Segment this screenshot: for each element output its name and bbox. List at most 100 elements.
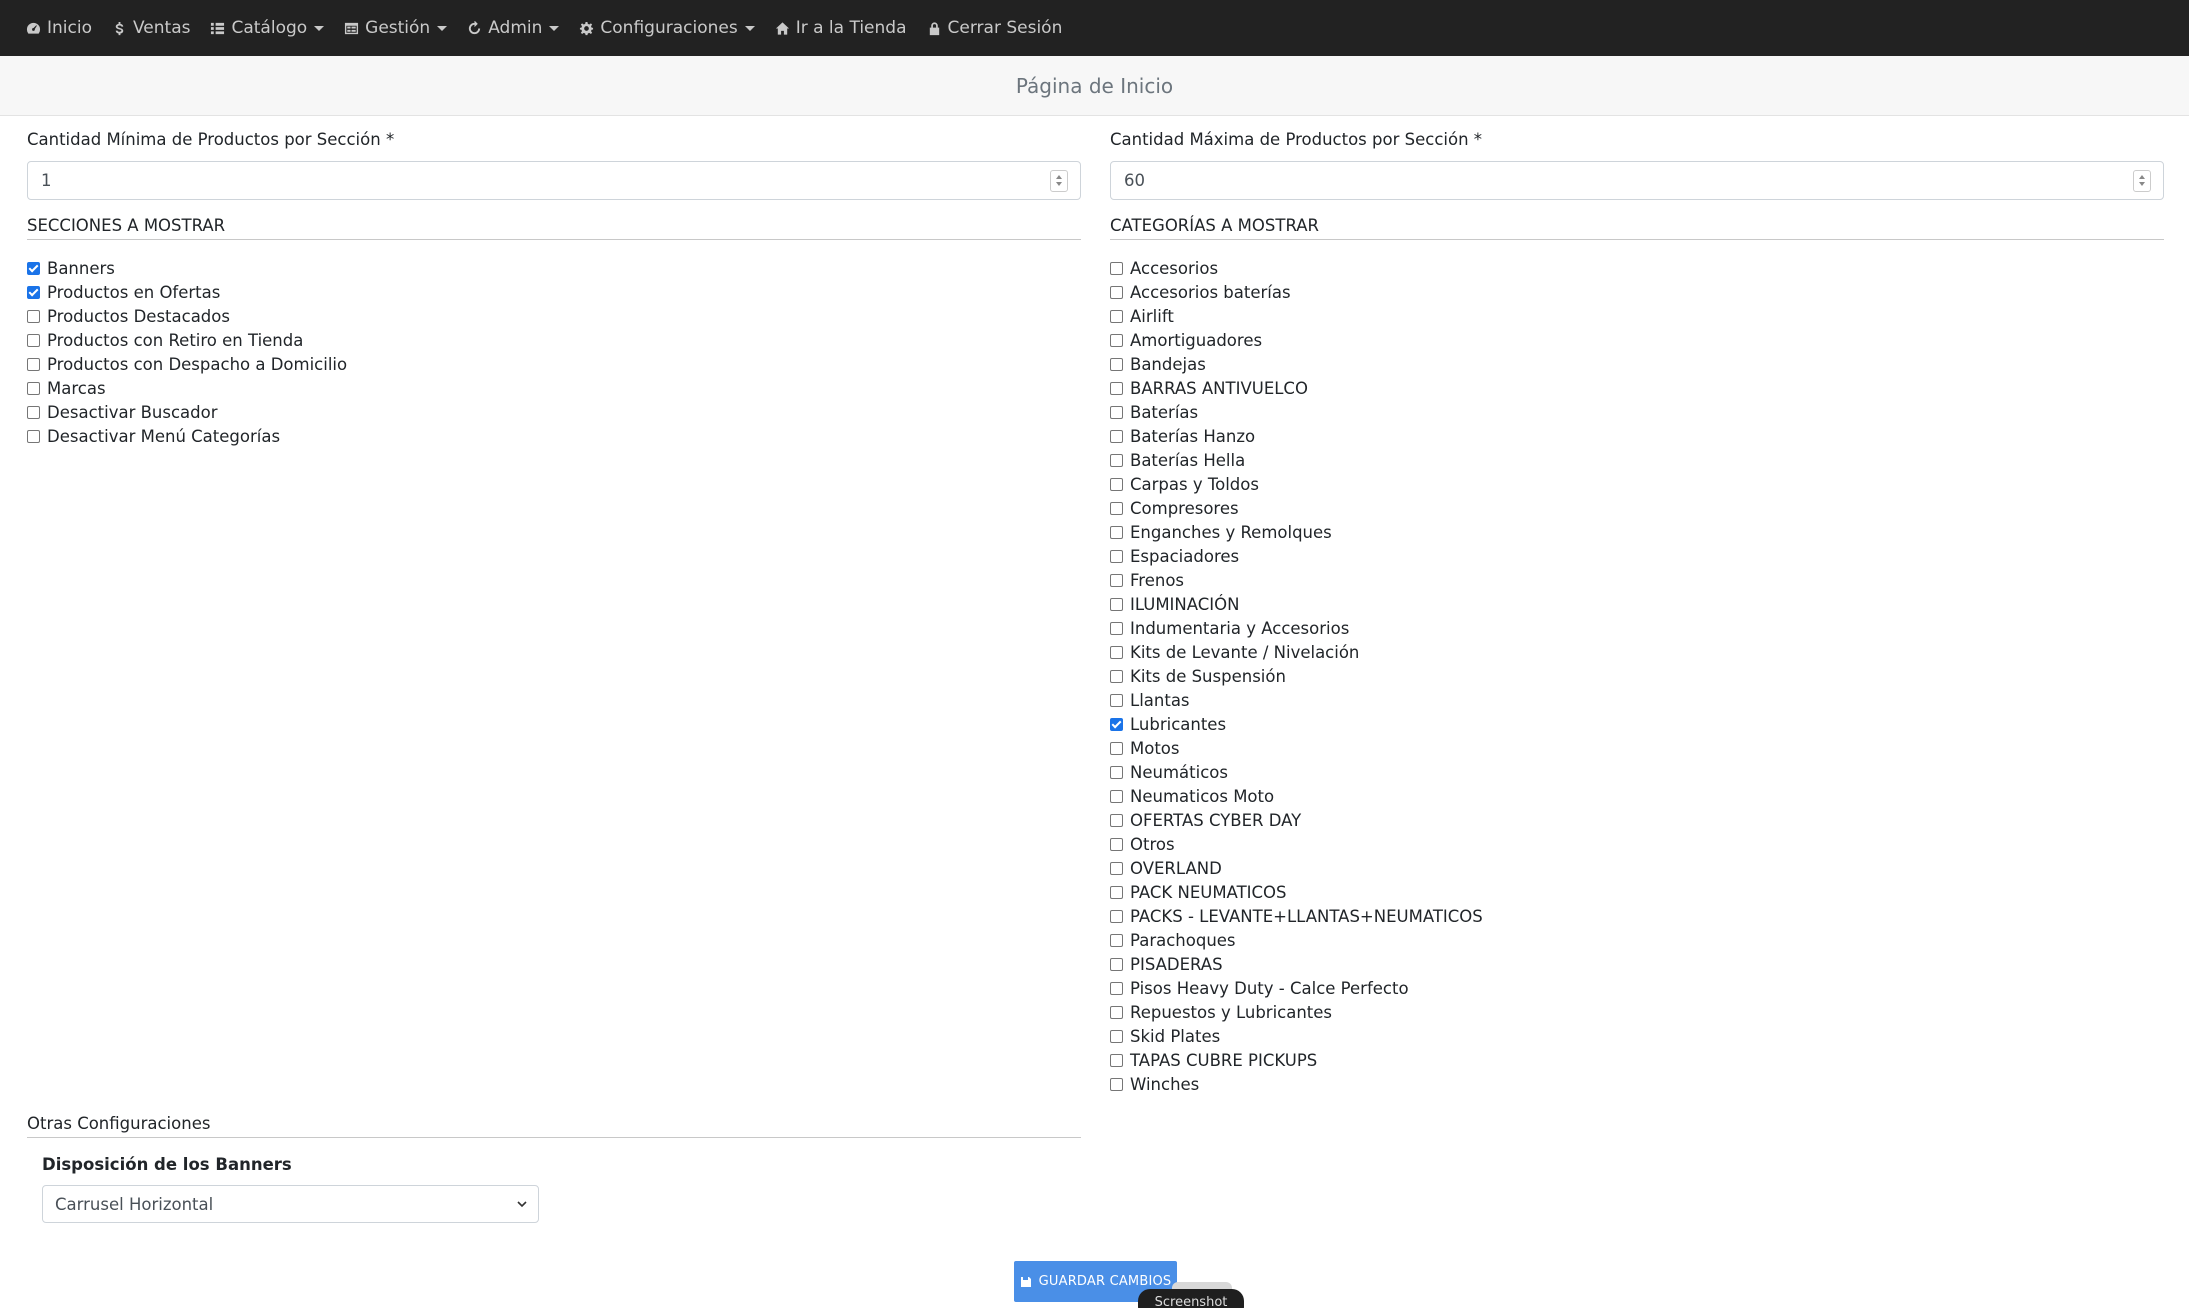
checkbox[interactable]	[27, 333, 40, 347]
checkbox[interactable]	[27, 261, 40, 275]
sections-item[interactable]: Productos Destacados	[27, 304, 347, 328]
max-products-input[interactable]: 60	[1110, 161, 2164, 200]
categories-item[interactable]: Baterías	[1110, 400, 1483, 424]
categories-item[interactable]: Lubricantes	[1110, 712, 1483, 736]
nav-item-inicio[interactable]: Inicio	[26, 18, 92, 38]
checkbox[interactable]	[1110, 669, 1123, 683]
checkbox[interactable]	[1110, 933, 1123, 947]
checkbox[interactable]	[1110, 981, 1123, 995]
checkbox[interactable]	[1110, 717, 1123, 731]
checkbox[interactable]	[1110, 285, 1123, 299]
checkbox[interactable]	[1110, 525, 1123, 539]
nav-item-catalogo[interactable]: Catálogo	[210, 18, 325, 38]
categories-item[interactable]: Baterías Hella	[1110, 448, 1483, 472]
checkbox[interactable]	[27, 309, 40, 323]
categories-item[interactable]: Carpas y Toldos	[1110, 472, 1483, 496]
categories-item[interactable]: Neumáticos	[1110, 760, 1483, 784]
checkbox[interactable]	[1110, 597, 1123, 611]
checkbox[interactable]	[1110, 333, 1123, 347]
checkbox[interactable]	[1110, 405, 1123, 419]
categories-item[interactable]: BARRAS ANTIVUELCO	[1110, 376, 1483, 400]
categories-item[interactable]: PACKS - LEVANTE+LLANTAS+NEUMATICOS	[1110, 904, 1483, 928]
categories-item[interactable]: Otros	[1110, 832, 1483, 856]
checkbox[interactable]	[1110, 645, 1123, 659]
checkbox[interactable]	[1110, 693, 1123, 707]
sections-item[interactable]: Productos con Despacho a Domicilio	[27, 352, 347, 376]
categories-item[interactable]: Enganches y Remolques	[1110, 520, 1483, 544]
categories-item[interactable]: Motos	[1110, 736, 1483, 760]
nav-item-admin[interactable]: Admin	[467, 18, 560, 38]
categories-item[interactable]: Accesorios baterías	[1110, 280, 1483, 304]
checkbox[interactable]	[27, 405, 40, 419]
checkbox[interactable]	[1110, 501, 1123, 515]
categories-item[interactable]: TAPAS CUBRE PICKUPS	[1110, 1048, 1483, 1072]
min-products-input[interactable]: 1	[27, 161, 1081, 200]
categories-item-label: Otros	[1130, 834, 1175, 854]
categories-item[interactable]: Pisos Heavy Duty - Calce Perfecto	[1110, 976, 1483, 1000]
checkbox[interactable]	[1110, 861, 1123, 875]
categories-item[interactable]: Parachoques	[1110, 928, 1483, 952]
categories-item[interactable]: Repuestos y Lubricantes	[1110, 1000, 1483, 1024]
checkbox[interactable]	[1110, 309, 1123, 323]
nav-item-cerrar-sesion[interactable]: Cerrar Sesión	[927, 18, 1062, 38]
sections-item[interactable]: Productos en Ofertas	[27, 280, 347, 304]
nav-item-gestion[interactable]: Gestión	[344, 18, 448, 38]
sections-item[interactable]: Banners	[27, 256, 347, 280]
checkbox[interactable]	[1110, 957, 1123, 971]
categories-item[interactable]: PACK NEUMATICOS	[1110, 880, 1483, 904]
checkbox[interactable]	[27, 429, 40, 443]
checkbox[interactable]	[1110, 885, 1123, 899]
checkbox[interactable]	[1110, 789, 1123, 803]
checkbox[interactable]	[27, 357, 40, 371]
categories-item[interactable]: OFERTAS CYBER DAY	[1110, 808, 1483, 832]
categories-item[interactable]: Espaciadores	[1110, 544, 1483, 568]
categories-item[interactable]: Kits de Levante / Nivelación	[1110, 640, 1483, 664]
checkbox[interactable]	[1110, 813, 1123, 827]
categories-item[interactable]: Accesorios	[1110, 256, 1483, 280]
nav-item-ventas[interactable]: Ventas	[112, 18, 190, 38]
checkbox[interactable]	[1110, 429, 1123, 443]
checkbox[interactable]	[1110, 1053, 1123, 1067]
checkbox[interactable]	[1110, 765, 1123, 779]
checkbox[interactable]	[1110, 621, 1123, 635]
checkbox[interactable]	[1110, 1029, 1123, 1043]
checkbox[interactable]	[1110, 1077, 1123, 1091]
checkbox[interactable]	[1110, 837, 1123, 851]
banner-layout-select[interactable]: Carrusel Horizontal	[42, 1185, 539, 1223]
categories-item[interactable]: Indumentaria y Accesorios	[1110, 616, 1483, 640]
categories-item[interactable]: Airlift	[1110, 304, 1483, 328]
sections-item[interactable]: Desactivar Buscador	[27, 400, 347, 424]
categories-item[interactable]: Frenos	[1110, 568, 1483, 592]
categories-item[interactable]: Skid Plates	[1110, 1024, 1483, 1048]
sections-item[interactable]: Productos con Retiro en Tienda	[27, 328, 347, 352]
checkbox[interactable]	[1110, 909, 1123, 923]
sections-item[interactable]: Desactivar Menú Categorías	[27, 424, 347, 448]
nav-item-ir-a-la-tienda[interactable]: Ir a la Tienda	[775, 18, 907, 38]
checkbox[interactable]	[27, 381, 40, 395]
categories-item[interactable]: Bandejas	[1110, 352, 1483, 376]
checkbox[interactable]	[1110, 477, 1123, 491]
checkbox[interactable]	[1110, 741, 1123, 755]
checkbox[interactable]	[1110, 453, 1123, 467]
categories-item[interactable]: Winches	[1110, 1072, 1483, 1096]
checkbox[interactable]	[1110, 261, 1123, 275]
categories-item[interactable]: Compresores	[1110, 496, 1483, 520]
categories-item[interactable]: PISADERAS	[1110, 952, 1483, 976]
categories-item[interactable]: Neumaticos Moto	[1110, 784, 1483, 808]
min-products-spinner[interactable]	[1050, 169, 1068, 192]
categories-item[interactable]: Amortiguadores	[1110, 328, 1483, 352]
categories-item[interactable]: Llantas	[1110, 688, 1483, 712]
categories-item[interactable]: ILUMINACIÓN	[1110, 592, 1483, 616]
checkbox[interactable]	[1110, 1005, 1123, 1019]
categories-item[interactable]: OVERLAND	[1110, 856, 1483, 880]
sections-item[interactable]: Marcas	[27, 376, 347, 400]
checkbox[interactable]	[27, 285, 40, 299]
checkbox[interactable]	[1110, 549, 1123, 563]
max-products-spinner[interactable]	[2133, 169, 2151, 192]
checkbox[interactable]	[1110, 357, 1123, 371]
nav-item-configuraciones[interactable]: Configuraciones	[579, 18, 755, 38]
checkbox[interactable]	[1110, 573, 1123, 587]
categories-item[interactable]: Kits de Suspensión	[1110, 664, 1483, 688]
categories-item[interactable]: Baterías Hanzo	[1110, 424, 1483, 448]
checkbox[interactable]	[1110, 381, 1123, 395]
